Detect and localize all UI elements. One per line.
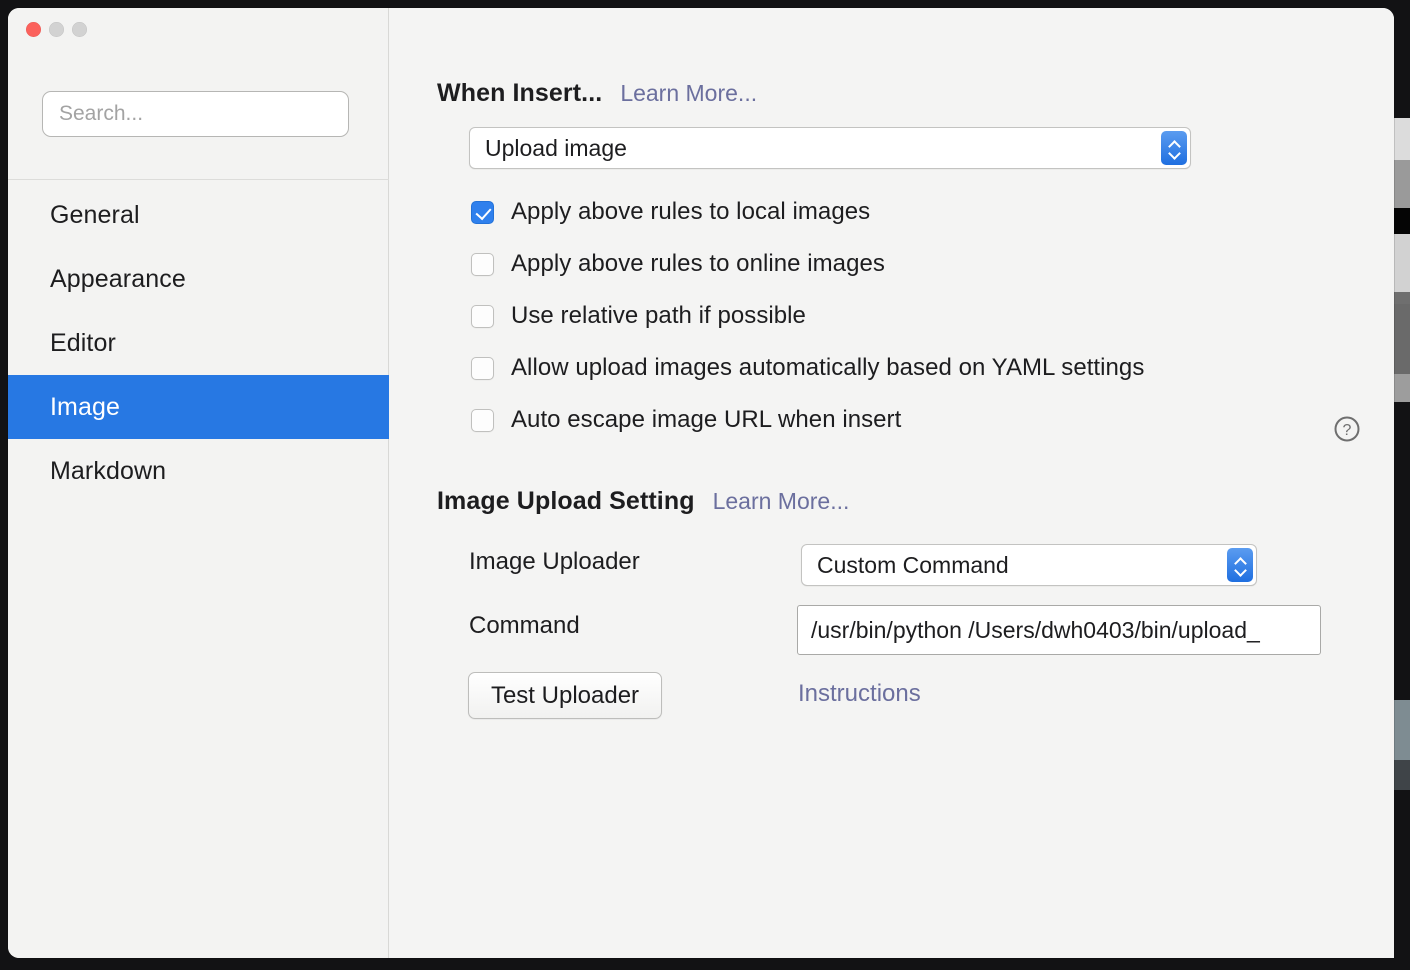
content-pane: When Insert... Learn More... Upload imag… — [389, 8, 1394, 958]
zoom-button-icon[interactable] — [72, 22, 87, 37]
checkbox-label: Use relative path if possible — [511, 302, 806, 329]
search-input[interactable] — [42, 91, 349, 137]
sidebar: General Appearance Editor Image Markdown — [8, 8, 389, 958]
background-strip — [1392, 760, 1410, 790]
when-insert-title: When Insert... — [437, 79, 603, 107]
checkbox-row-yaml-auto-upload[interactable]: Allow upload images automatically based … — [471, 354, 1144, 382]
background-strip — [1392, 292, 1410, 304]
insert-action-select[interactable]: Upload image — [469, 127, 1191, 169]
image-uploader-select[interactable]: Custom Command — [801, 544, 1257, 586]
sidebar-item-label: Appearance — [50, 264, 186, 293]
sidebar-item-label: Image — [50, 392, 120, 421]
checkbox-label: Allow upload images automatically based … — [511, 354, 1145, 381]
chevron-up-down-icon — [1161, 131, 1187, 165]
checkbox-label: Apply above rules to local images — [511, 198, 871, 225]
command-label: Command — [469, 612, 580, 639]
test-uploader-button-label: Test Uploader — [490, 681, 640, 709]
when-insert-learn-more-link[interactable]: Learn More... — [620, 80, 757, 107]
background-strip — [1392, 118, 1410, 160]
upload-setting-learn-more-link[interactable]: Learn More... — [713, 488, 850, 515]
sidebar-item-appearance[interactable]: Appearance — [8, 247, 389, 311]
checkbox-relative-path[interactable] — [471, 304, 494, 328]
checkbox-online-images[interactable] — [471, 252, 494, 276]
checkbox-row-relative-path[interactable]: Use relative path if possible — [471, 302, 806, 330]
checkbox-row-local-images[interactable]: Apply above rules to local images — [471, 198, 870, 226]
checkbox-local-images[interactable] — [471, 200, 494, 224]
minimize-button-icon[interactable] — [49, 22, 64, 37]
background-strip — [1392, 374, 1410, 402]
background-strip — [1392, 304, 1410, 374]
sidebar-item-editor[interactable]: Editor — [8, 311, 389, 375]
chevron-up-down-icon — [1227, 548, 1253, 582]
sidebar-item-label: Editor — [50, 328, 116, 357]
when-insert-header: When Insert... Learn More... — [437, 79, 757, 108]
sidebar-item-general[interactable]: General — [8, 183, 389, 247]
search-field-wrapper — [42, 91, 349, 137]
command-input-value: /usr/bin/python /Users/dwh0403/bin/uploa… — [811, 616, 1260, 643]
image-uploader-label: Image Uploader — [469, 548, 640, 575]
sidebar-item-image[interactable]: Image — [8, 375, 389, 439]
command-input[interactable]: /usr/bin/python /Users/dwh0403/bin/uploa… — [797, 605, 1321, 655]
upload-setting-header: Image Upload Setting Learn More... — [437, 487, 849, 516]
background-strip — [1392, 160, 1410, 208]
background-strip — [1392, 234, 1410, 292]
preferences-window: General Appearance Editor Image Markdown… — [8, 8, 1394, 958]
instructions-link[interactable]: Instructions — [798, 680, 921, 708]
close-button-icon[interactable] — [26, 22, 41, 37]
upload-setting-title: Image Upload Setting — [437, 487, 695, 515]
background-strip — [1392, 208, 1410, 234]
image-uploader-select-value: Custom Command — [817, 551, 1009, 578]
checkbox-label: Auto escape image URL when insert — [511, 406, 902, 433]
background-strip — [1392, 700, 1410, 760]
checkbox-row-online-images[interactable]: Apply above rules to online images — [471, 250, 885, 278]
sidebar-item-label: General — [50, 200, 140, 229]
checkbox-row-auto-escape-url[interactable]: Auto escape image URL when insert — [471, 406, 901, 434]
test-uploader-button[interactable]: Test Uploader — [468, 672, 662, 719]
checkbox-auto-escape-url[interactable] — [471, 408, 494, 432]
insert-action-select-value: Upload image — [485, 134, 627, 161]
window-controls — [26, 22, 87, 37]
checkbox-yaml-auto-upload[interactable] — [471, 356, 494, 380]
sidebar-divider — [8, 179, 389, 180]
question-mark-circle-icon[interactable]: ? — [1333, 415, 1361, 443]
sidebar-nav-list: General Appearance Editor Image Markdown — [8, 183, 389, 503]
svg-text:?: ? — [1343, 422, 1352, 439]
sidebar-item-markdown[interactable]: Markdown — [8, 439, 389, 503]
sidebar-item-label: Markdown — [50, 456, 167, 485]
checkbox-label: Apply above rules to online images — [511, 250, 885, 277]
